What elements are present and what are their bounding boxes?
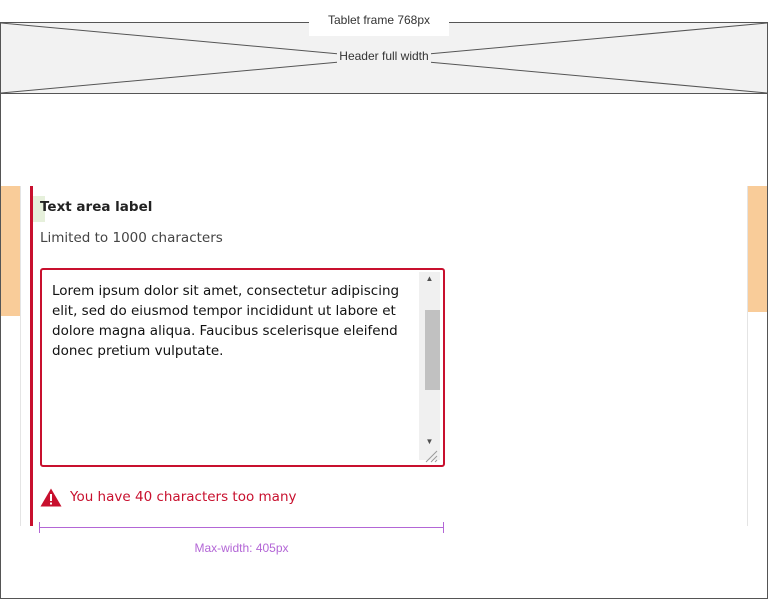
- max-width-label: Max-width: 405px: [194, 541, 289, 555]
- textarea-field[interactable]: Lorem ipsum dolor sit amet, consectetur …: [40, 268, 445, 467]
- scroll-down-arrow-icon[interactable]: ▼: [419, 435, 440, 449]
- left-margin-indicator: [1, 186, 20, 316]
- textarea-value[interactable]: Lorem ipsum dolor sit amet, consectetur …: [52, 281, 412, 361]
- resize-handle-icon[interactable]: [423, 448, 439, 464]
- textarea-hint: Limited to 1000 characters: [40, 230, 223, 246]
- textarea-label: Text area label: [40, 199, 153, 215]
- warning-triangle-icon: [40, 488, 62, 507]
- max-width-measure-line: [39, 527, 444, 528]
- frame-label: Tablet frame 768px: [309, 8, 449, 36]
- left-guide-line: [20, 186, 21, 526]
- error-message: You have 40 characters too many: [70, 489, 297, 505]
- textarea-scrollbar[interactable]: ▲ ▼: [419, 272, 440, 460]
- error-indicator-bar: [30, 186, 33, 526]
- scroll-up-arrow-icon[interactable]: ▲: [419, 272, 440, 286]
- header-label: Header full width: [337, 49, 431, 63]
- right-guide-line: [747, 186, 748, 526]
- max-width-tick-right: [443, 522, 444, 533]
- scrollbar-thumb[interactable]: [425, 310, 440, 390]
- right-margin-indicator: [747, 186, 767, 312]
